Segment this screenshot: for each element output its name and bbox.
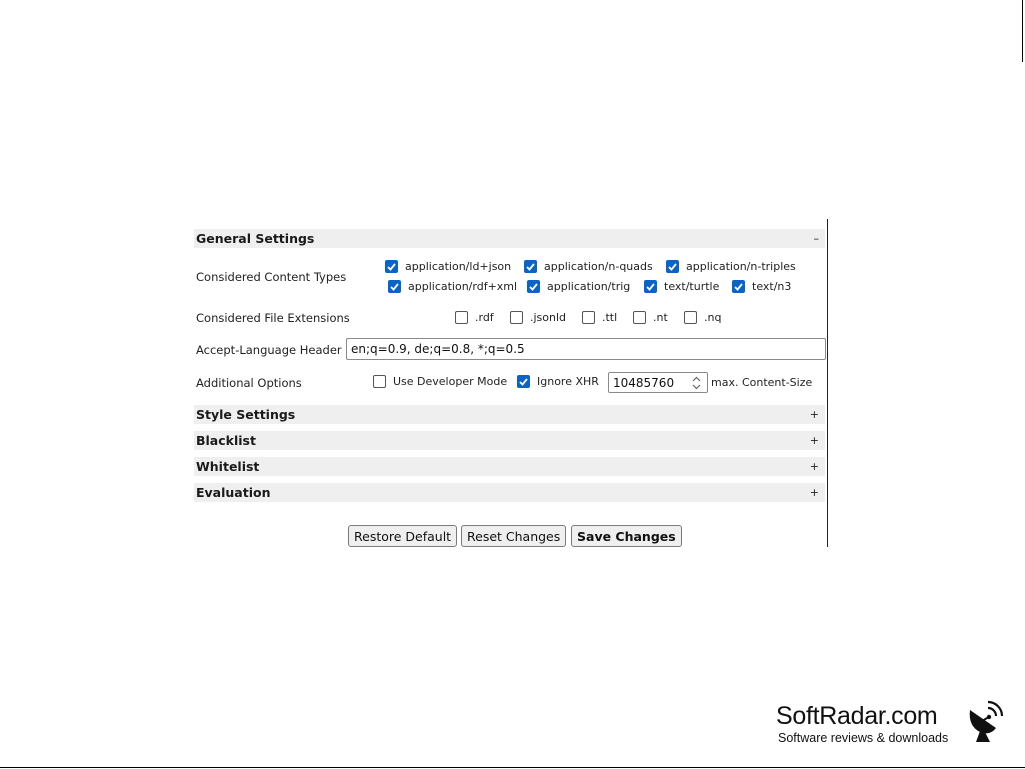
checkbox-ext-nq[interactable]: .nq: [684, 311, 721, 324]
window-edge-right: [1022, 0, 1023, 62]
max-content-size-input[interactable]: 10485760: [608, 372, 708, 393]
checkbox-box[interactable]: [524, 260, 537, 273]
checkbox-turtle[interactable]: text/turtle: [644, 280, 719, 293]
checkbox-box[interactable]: [373, 375, 386, 388]
expand-icon[interactable]: +: [810, 408, 819, 421]
checkbox-label: .nt: [653, 311, 668, 324]
section-title: Evaluation: [196, 485, 271, 500]
collapse-icon[interactable]: –: [814, 232, 820, 245]
checkbox-label: application/ld+json: [405, 260, 512, 273]
accept-language-input[interactable]: [346, 338, 826, 360]
checkbox-box[interactable]: [510, 311, 523, 324]
checkbox-box[interactable]: [644, 280, 657, 293]
checkbox-ignore-xhr[interactable]: Ignore XHR: [517, 375, 599, 388]
number-value: 10485760: [613, 375, 675, 390]
save-changes-button[interactable]: Save Changes: [571, 525, 682, 547]
satellite-dish-icon: [969, 700, 1004, 742]
checkbox-box[interactable]: [385, 260, 398, 273]
section-title: Whitelist: [196, 459, 260, 474]
section-title: Style Settings: [196, 407, 296, 422]
checkbox-ext-rdf[interactable]: .rdf: [455, 311, 494, 324]
section-title: Blacklist: [196, 433, 256, 448]
accept-language-label: Accept-Language Header: [196, 343, 342, 357]
watermark-name: SoftRadar.com: [776, 702, 938, 730]
reset-changes-button[interactable]: Reset Changes: [461, 525, 567, 547]
chevron-down-icon: [692, 384, 700, 389]
section-evaluation[interactable]: Evaluation +: [194, 483, 825, 502]
checkbox-box[interactable]: [666, 260, 679, 273]
checkbox-box[interactable]: [527, 280, 540, 293]
checkbox-box[interactable]: [684, 311, 697, 324]
checkbox-label: .nq: [704, 311, 722, 324]
checkbox-label: application/n-quads: [544, 260, 653, 273]
checkbox-label: text/turtle: [664, 280, 720, 293]
expand-icon[interactable]: +: [810, 486, 819, 499]
checkbox-label: .rdf: [475, 311, 494, 324]
checkbox-n-triples[interactable]: application/n-triples: [666, 260, 796, 273]
checkbox-ext-nt[interactable]: .nt: [633, 311, 668, 324]
section-style-settings[interactable]: Style Settings +: [194, 405, 825, 424]
expand-icon[interactable]: +: [810, 434, 819, 447]
checkbox-label: .ttl: [602, 311, 618, 324]
checkbox-box[interactable]: [633, 311, 646, 324]
checkbox-label: .jsonld: [530, 311, 567, 324]
checkbox-trig[interactable]: application/trig: [527, 280, 630, 293]
checkbox-ext-ttl[interactable]: .ttl: [582, 311, 617, 324]
chevron-up-icon: [692, 376, 700, 381]
section-whitelist[interactable]: Whitelist +: [194, 457, 825, 476]
expand-icon[interactable]: +: [810, 460, 819, 473]
section-title: General Settings: [196, 231, 315, 246]
section-blacklist[interactable]: Blacklist +: [194, 431, 825, 450]
window-edge-bottom: [0, 767, 1025, 768]
checkbox-n-quads[interactable]: application/n-quads: [524, 260, 653, 273]
checkbox-label: Ignore XHR: [537, 375, 599, 388]
checkbox-label: Use Developer Mode: [393, 375, 508, 388]
section-general-settings[interactable]: General Settings –: [194, 229, 825, 248]
number-spinner[interactable]: [689, 373, 703, 392]
checkbox-label: application/rdf+xml: [408, 280, 518, 293]
checkbox-ld-json[interactable]: application/ld+json: [385, 260, 511, 273]
checkbox-n3[interactable]: text/n3: [732, 280, 791, 293]
file-extensions-label: Considered File Extensions: [196, 311, 350, 325]
checkbox-label: application/trig: [547, 280, 631, 293]
checkbox-box[interactable]: [455, 311, 468, 324]
checkbox-rdf-xml[interactable]: application/rdf+xml: [388, 280, 517, 293]
max-content-size-label: max. Content-Size: [711, 376, 813, 389]
checkbox-box[interactable]: [732, 280, 745, 293]
checkbox-box[interactable]: [388, 280, 401, 293]
restore-default-button[interactable]: Restore Default: [348, 525, 458, 547]
checkbox-label: text/n3: [752, 280, 792, 293]
checkbox-box[interactable]: [517, 375, 530, 388]
additional-options-label: Additional Options: [196, 376, 302, 390]
softradar-watermark: SoftRadar.com Software reviews & downloa…: [776, 702, 948, 745]
content-types-label: Considered Content Types: [196, 270, 347, 284]
panel-border: [827, 219, 828, 547]
watermark-tagline: Software reviews & downloads: [778, 731, 949, 745]
checkbox-box[interactable]: [582, 311, 595, 324]
checkbox-label: application/n-triples: [686, 260, 796, 273]
checkbox-developer-mode[interactable]: Use Developer Mode: [373, 375, 507, 388]
checkbox-ext-jsonld[interactable]: .jsonld: [510, 311, 566, 324]
